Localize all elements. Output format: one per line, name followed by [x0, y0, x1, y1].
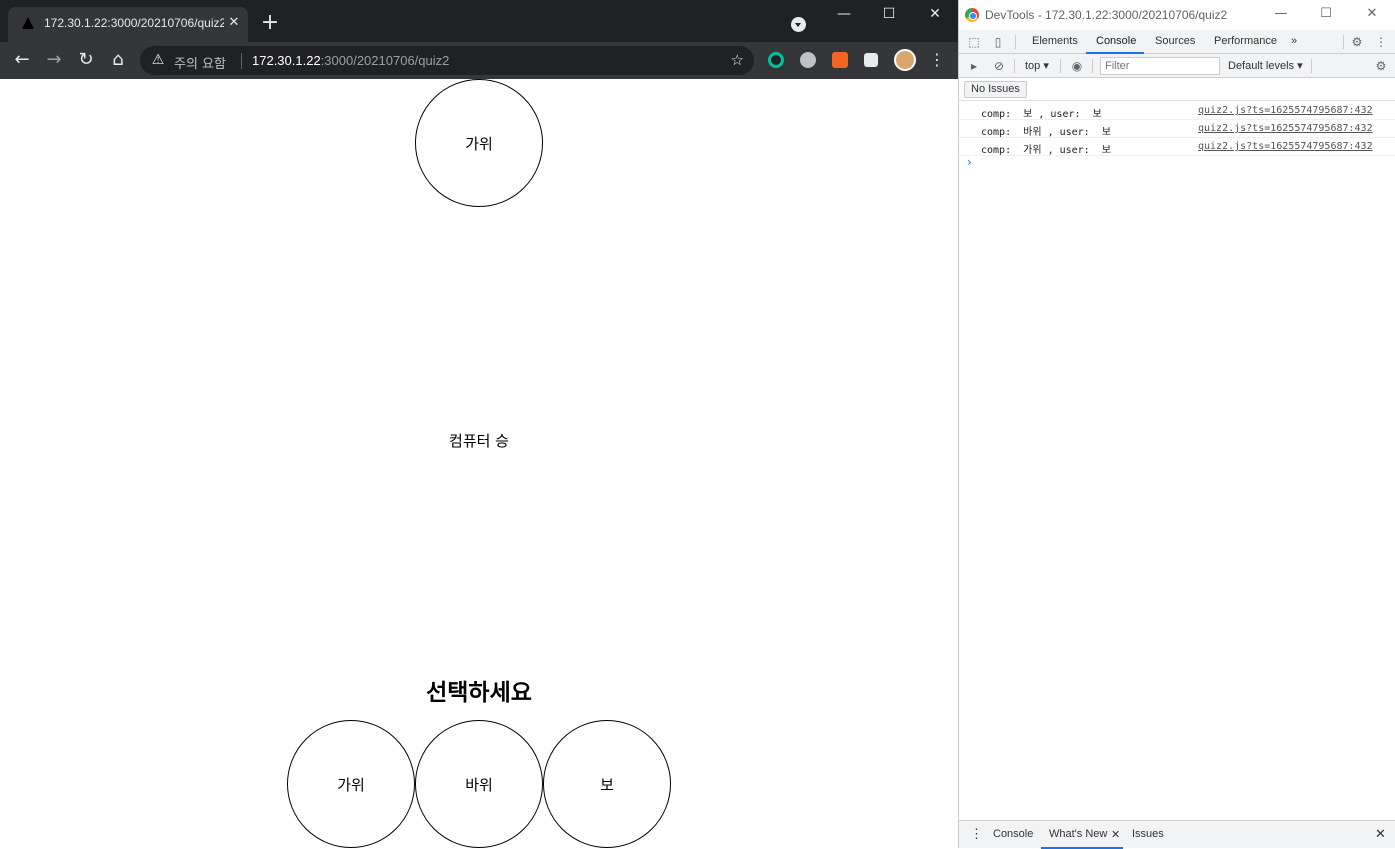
option-rock-button[interactable]: 바위	[415, 720, 543, 848]
chrome-logo-icon	[965, 8, 979, 22]
tab-strip: 172.30.1.22:3000/20210706/quiz2 ✕ + — ☐ …	[0, 0, 958, 42]
browser-tab[interactable]: 172.30.1.22:3000/20210706/quiz2 ✕	[8, 7, 248, 42]
browser-menu-icon[interactable]: ⋮	[926, 49, 948, 71]
console-log-line: comp: 가위 , user: 보 quiz2.js?ts=162557479…	[959, 138, 1395, 156]
divider	[1343, 35, 1344, 49]
address-bar[interactable]: ⚠ 주의 요함 172.30.1.22:3000/20210706/quiz2 …	[140, 46, 754, 75]
devtools-maximize-button[interactable]: ☐	[1316, 6, 1336, 21]
address-separator	[241, 53, 242, 69]
option-paper-button[interactable]: 보	[543, 720, 671, 848]
forward-icon[interactable]: →	[43, 49, 65, 71]
console-filter-input[interactable]	[1100, 57, 1220, 75]
page-content: 가위 컴퓨터 승 선택하세요 가위 바위 보	[0, 79, 958, 848]
devtools-close-button[interactable]: ✕	[1362, 6, 1382, 21]
console-log-line: comp: 보 , user: 보 quiz2.js?ts=1625574795…	[959, 102, 1395, 120]
console-prompt-chevron-icon[interactable]: ›	[967, 155, 972, 169]
customize-menu-icon[interactable]: ⋮	[1374, 35, 1388, 49]
log-levels-dropdown[interactable]: Default levels ▾	[1228, 59, 1303, 72]
divider	[1092, 59, 1093, 73]
reload-icon[interactable]: ↻	[75, 49, 97, 71]
warning-icon[interactable]: ⚠	[150, 52, 166, 68]
tab-elements[interactable]: Elements	[1032, 35, 1078, 47]
choose-prompt-heading: 선택하세요	[426, 680, 532, 706]
drawer-close-icon[interactable]: ✕	[1375, 826, 1386, 842]
drawer-tab-whats-new[interactable]: What's New	[1049, 828, 1107, 840]
divider	[1015, 35, 1016, 49]
url-host: 172.30.1.22	[252, 53, 321, 68]
clear-console-icon[interactable]: ⊘	[992, 59, 1006, 73]
tab-sources[interactable]: Sources	[1155, 35, 1195, 47]
log-source-link[interactable]: quiz2.js?ts=1625574795687:432	[1198, 141, 1373, 152]
tab-title: 172.30.1.22:3000/20210706/quiz2	[44, 16, 224, 30]
drawer-tab-console[interactable]: Console	[993, 828, 1033, 840]
maximize-button[interactable]: ☐	[874, 4, 904, 24]
console-messages: comp: 보 , user: 보 quiz2.js?ts=1625574795…	[959, 102, 1395, 156]
url-text[interactable]: 172.30.1.22:3000/20210706/quiz2	[252, 53, 449, 68]
tab-search-icon[interactable]	[791, 17, 806, 32]
security-warning-label[interactable]: 주의 요함	[174, 53, 226, 72]
url-path: :3000/20210706/quiz2	[320, 53, 450, 68]
log-message: comp: 보 , user: 보	[981, 109, 1102, 120]
devtools-minimize-button[interactable]: —	[1271, 6, 1291, 21]
sidebar-toggle-icon[interactable]: ▸	[967, 59, 981, 73]
console-log-line: comp: 바위 , user: 보 quiz2.js?ts=162557479…	[959, 120, 1395, 138]
devtools-drawer: ⋮ Console What's New ✕ Issues ✕	[959, 820, 1395, 849]
context-label: top	[1025, 60, 1041, 72]
tab-console[interactable]: Console	[1096, 35, 1136, 47]
option-scissors-button[interactable]: 가위	[287, 720, 415, 848]
divider	[1014, 59, 1015, 73]
back-icon[interactable]: ←	[11, 49, 33, 71]
issues-bar: No Issues	[959, 78, 1395, 101]
log-source-link[interactable]: quiz2.js?ts=1625574795687:432	[1198, 123, 1373, 134]
drawer-tab-close-icon[interactable]: ✕	[1111, 828, 1120, 841]
computer-choice-circle: 가위	[415, 79, 543, 207]
log-message: comp: 가위 , user: 보	[981, 145, 1111, 156]
log-source-link[interactable]: quiz2.js?ts=1625574795687:432	[1198, 105, 1373, 116]
live-expression-eye-icon[interactable]: ◉	[1070, 59, 1084, 73]
devtools-window-title: DevTools - 172.30.1.22:3000/20210706/qui…	[985, 8, 1228, 22]
tab-close-icon[interactable]: ✕	[226, 15, 242, 31]
devtools-titlebar: DevTools - 172.30.1.22:3000/20210706/qui…	[959, 0, 1395, 30]
minimize-button[interactable]: —	[829, 4, 859, 24]
extension-grammarly-icon[interactable]	[768, 52, 784, 68]
device-toolbar-icon[interactable]: ▯	[991, 35, 1005, 49]
no-issues-button[interactable]: No Issues	[964, 81, 1027, 98]
more-tabs-icon[interactable]: »	[1291, 35, 1297, 47]
settings-gear-icon[interactable]: ⚙	[1350, 35, 1364, 49]
console-settings-icon[interactable]: ⚙	[1374, 59, 1388, 73]
inspect-element-icon[interactable]: ⬚	[967, 35, 981, 49]
extension-globe-icon[interactable]	[800, 52, 816, 68]
divider	[1311, 59, 1312, 73]
drawer-tab-issues[interactable]: Issues	[1132, 828, 1164, 840]
devtools-panel-tabs: ⬚ ▯ Elements Console Sources Performance…	[959, 30, 1395, 54]
context-selector[interactable]: top ▾	[1025, 59, 1049, 72]
profile-avatar[interactable]	[894, 49, 916, 71]
extensions-puzzle-icon[interactable]	[864, 53, 878, 67]
log-levels-label: Default levels	[1228, 60, 1295, 72]
divider	[1060, 59, 1061, 73]
extension-ex-icon[interactable]	[832, 52, 848, 68]
favicon-icon	[22, 17, 34, 29]
tab-performance[interactable]: Performance	[1214, 35, 1277, 47]
game-result-text: 컴퓨터 승	[449, 432, 509, 450]
new-tab-button[interactable]: +	[260, 12, 280, 34]
console-toolbar: ▸ ⊘ top ▾ ◉ Default levels ▾ ⚙	[959, 54, 1395, 78]
devtools-window: DevTools - 172.30.1.22:3000/20210706/qui…	[958, 0, 1395, 849]
bookmark-star-icon[interactable]: ☆	[731, 51, 744, 69]
close-window-button[interactable]: ✕	[920, 4, 950, 24]
drawer-menu-icon[interactable]: ⋮	[970, 826, 983, 842]
log-message: comp: 바위 , user: 보	[981, 127, 1111, 138]
home-icon[interactable]: ⌂	[107, 49, 129, 71]
browser-window: 172.30.1.22:3000/20210706/quiz2 ✕ + — ☐ …	[0, 0, 958, 848]
